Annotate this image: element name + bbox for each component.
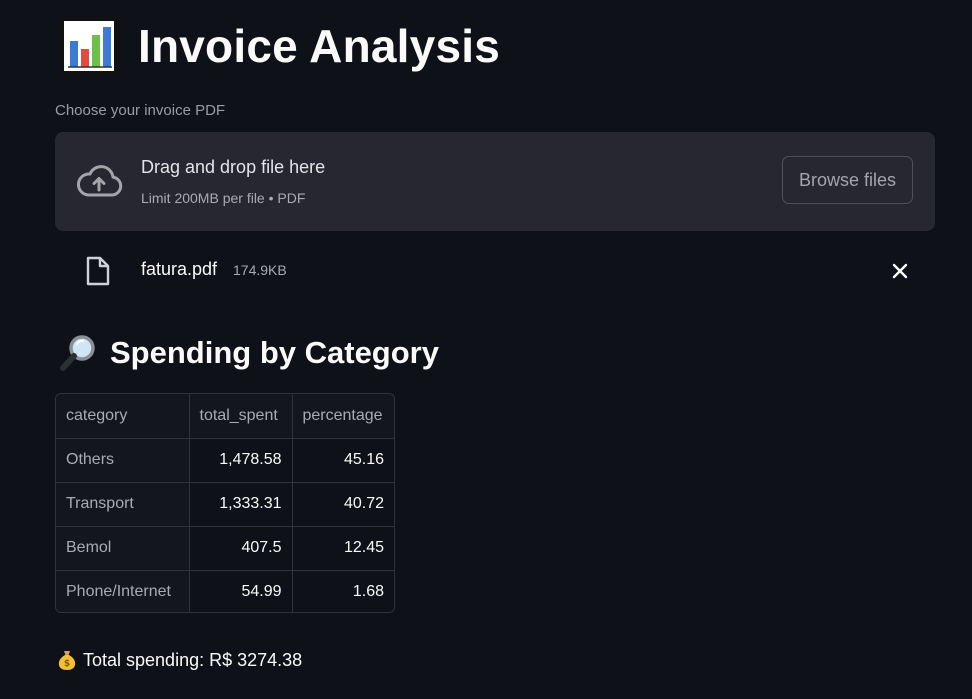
column-header-total-spent[interactable]: total_spent <box>189 394 293 439</box>
percentage-cell[interactable]: 40.72 <box>292 482 394 527</box>
table-row: Transport 1,333.31 40.72 <box>56 482 394 527</box>
section-title: Spending by Category <box>110 335 439 370</box>
uploader-label: Choose your invoice PDF <box>55 102 226 119</box>
total-spent-cell[interactable]: 407.5 <box>189 526 293 571</box>
table-header-row: category total_spent percentage <box>56 394 394 439</box>
total-spending: $ Total spending: R$ 3274.38 <box>57 647 302 673</box>
dropzone-limit: Limit 200MB per file • PDF <box>141 190 306 206</box>
uploaded-file-row: fatura.pdf 174.9KB <box>55 248 935 292</box>
page-header: Invoice Analysis <box>60 14 500 78</box>
total-spent-cell[interactable]: 54.99 <box>189 570 293 612</box>
magnifier-icon <box>60 335 95 371</box>
category-cell[interactable]: Transport <box>56 482 190 527</box>
bar-chart-icon <box>60 17 118 75</box>
page-title: Invoice Analysis <box>138 20 500 72</box>
close-icon[interactable] <box>889 260 911 282</box>
cloud-upload-icon <box>76 165 123 197</box>
category-cell[interactable]: Bemol <box>56 526 190 571</box>
table-row: Others 1,478.58 45.16 <box>56 438 394 483</box>
total-spent-cell[interactable]: 1,478.58 <box>189 438 293 483</box>
column-header-percentage[interactable]: percentage <box>292 394 394 439</box>
browse-files-button[interactable]: Browse files <box>782 156 913 204</box>
uploaded-file-size: 174.9KB <box>233 262 287 278</box>
category-cell[interactable]: Others <box>56 438 190 483</box>
money-bag-icon: $ <box>58 651 76 670</box>
app-page: Invoice Analysis Choose your invoice PDF… <box>0 0 972 699</box>
file-dropzone[interactable]: Drag and drop file here Limit 200MB per … <box>55 132 935 231</box>
percentage-cell[interactable]: 12.45 <box>292 526 394 571</box>
table-row: Phone/Internet 54.99 1.68 <box>56 570 394 612</box>
column-header-category[interactable]: category <box>56 394 190 439</box>
dropzone-instructions: Drag and drop file here <box>141 157 326 177</box>
svg-text:$: $ <box>64 659 70 669</box>
category-cell[interactable]: Phone/Internet <box>56 570 190 612</box>
category-table[interactable]: category total_spent percentage Others 1… <box>55 393 395 613</box>
data-table: category total_spent percentage Others 1… <box>56 394 394 612</box>
total-spending-text: Total spending: R$ 3274.38 <box>83 649 303 670</box>
total-spent-cell[interactable]: 1,333.31 <box>189 482 293 527</box>
file-icon <box>86 256 110 286</box>
percentage-cell[interactable]: 1.68 <box>292 570 394 612</box>
percentage-cell[interactable]: 45.16 <box>292 438 394 483</box>
table-row: Bemol 407.5 12.45 <box>56 526 394 571</box>
section-header: Spending by Category <box>58 330 439 376</box>
uploaded-file-name: fatura.pdf <box>141 259 218 279</box>
